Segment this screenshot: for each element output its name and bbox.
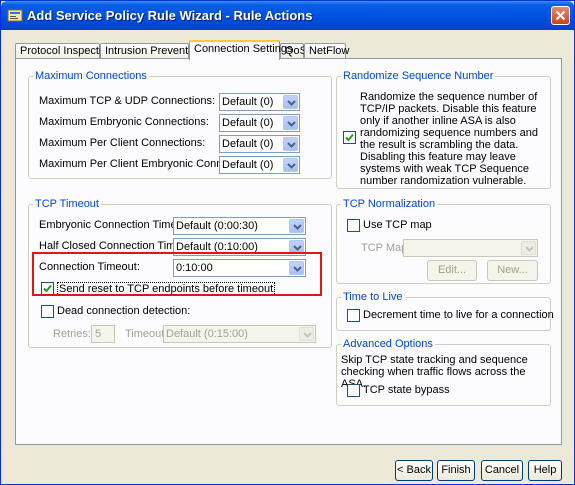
max-per-client-embryonic-combo[interactable]: Default (0) xyxy=(219,156,300,174)
randomize-description: Randomize the sequence number of TCP/IP … xyxy=(360,91,538,187)
combo-value: Default (0) xyxy=(222,138,274,150)
tcp-normalization-group: TCP Normalization Use TCP map TCP Map: E… xyxy=(336,198,551,284)
finish-button[interactable]: Finish xyxy=(437,460,475,481)
combo-arrow-button[interactable] xyxy=(283,158,298,172)
dead-connection-checkbox[interactable] xyxy=(41,305,54,318)
group-title: TCP Timeout xyxy=(33,198,101,210)
dead-connection-label[interactable]: Dead connection detection: xyxy=(57,305,190,317)
max-connections-group: Maximum Connections Maximum TCP & UDP Co… xyxy=(28,70,332,179)
new-tcp-map-button[interactable]: New... xyxy=(487,260,538,281)
tab-connection-settings[interactable]: Connection Settings xyxy=(189,40,292,60)
randomize-sequence-group: Randomize Sequence Number Randomize the … xyxy=(336,70,551,189)
retries-label: Retries: xyxy=(53,328,91,340)
decrement-ttl-checkbox[interactable] xyxy=(347,309,360,322)
combo-value: Default (0) xyxy=(222,117,274,129)
chevron-down-icon xyxy=(525,246,534,252)
tab-intrusion-prevention[interactable]: Intrusion Prevention xyxy=(100,43,203,59)
max-embryonic-label: Maximum Embryonic Connections: xyxy=(39,116,209,128)
chevron-down-icon xyxy=(303,332,312,338)
highlight-box xyxy=(32,252,322,296)
wizard-app-icon xyxy=(7,9,23,22)
chevron-down-icon xyxy=(293,245,302,251)
cancel-button[interactable]: Cancel xyxy=(481,460,523,481)
combo-value: Default (0) xyxy=(222,96,274,108)
tab-protocol-inspection[interactable]: Protocol Inspection xyxy=(15,43,114,59)
max-tcp-udp-label: Maximum TCP & UDP Connections: xyxy=(39,95,216,107)
combo-arrow-button[interactable] xyxy=(283,95,298,109)
advanced-options-group: Advanced Options Skip TCP state tracking… xyxy=(336,338,551,406)
max-tcp-udp-combo[interactable]: Default (0) xyxy=(219,93,300,111)
combo-arrow-button[interactable] xyxy=(283,137,298,151)
max-embryonic-combo[interactable]: Default (0) xyxy=(219,114,300,132)
embryonic-timeout-label: Embryonic Connection Timeout: xyxy=(39,219,195,231)
tab-label: NetFlow xyxy=(309,45,350,57)
combo-arrow-button[interactable] xyxy=(283,116,298,130)
back-button[interactable]: < Back xyxy=(395,460,433,481)
use-tcp-map-label[interactable]: Use TCP map xyxy=(363,219,432,231)
group-title: TCP Normalization xyxy=(341,198,438,210)
chevron-down-icon xyxy=(293,224,302,230)
group-title: Maximum Connections xyxy=(33,70,149,82)
max-per-client-label: Maximum Per Client Connections: xyxy=(39,137,206,149)
check-icon xyxy=(345,133,354,142)
retries-value: 5 xyxy=(95,328,102,340)
connection-settings-panel: Maximum Connections Maximum TCP & UDP Co… xyxy=(15,58,562,445)
retries-input[interactable]: 5 xyxy=(91,325,115,343)
tcp-state-bypass-checkbox[interactable] xyxy=(347,384,360,397)
max-per-client-combo[interactable]: Default (0) xyxy=(219,135,300,153)
chevron-down-icon xyxy=(287,121,296,127)
tab-label: Connection Settings xyxy=(194,43,293,55)
group-title: Randomize Sequence Number xyxy=(341,70,496,82)
chevron-down-icon xyxy=(287,100,296,106)
close-button[interactable] xyxy=(551,6,570,25)
close-icon xyxy=(555,10,566,21)
embryonic-timeout-combo[interactable]: Default (0:00:30) xyxy=(173,217,306,235)
help-button[interactable]: Help xyxy=(528,460,562,481)
title-bar[interactable]: Add Service Policy Rule Wizard - Rule Ac… xyxy=(1,1,574,30)
combo-arrow-button[interactable] xyxy=(299,327,314,341)
dead-timeout-combo[interactable]: Default (0:15:00) xyxy=(163,325,316,343)
combo-value: Default (0) xyxy=(222,159,274,171)
tcp-state-bypass-label[interactable]: TCP state bypass xyxy=(363,384,450,396)
use-tcp-map-checkbox[interactable] xyxy=(347,219,360,232)
combo-value: Default (0:00:30) xyxy=(176,220,258,232)
wizard-window: Add Service Policy Rule Wizard - Rule Ac… xyxy=(0,0,575,485)
combo-value: Default (0:15:00) xyxy=(166,328,248,340)
tcp-map-combo[interactable] xyxy=(403,239,538,257)
window-title: Add Service Policy Rule Wizard - Rule Ac… xyxy=(27,8,313,23)
randomize-sequence-checkbox[interactable] xyxy=(343,131,356,144)
tab-netflow[interactable]: NetFlow xyxy=(304,43,350,59)
combo-arrow-button[interactable] xyxy=(521,241,536,255)
group-title: Advanced Options xyxy=(341,338,435,350)
decrement-ttl-label[interactable]: Decrement time to live for a connection xyxy=(363,309,554,321)
chevron-down-icon xyxy=(287,163,296,169)
edit-tcp-map-button[interactable]: Edit... xyxy=(427,260,477,281)
time-to-live-group: Time to Live Decrement time to live for … xyxy=(336,291,554,331)
combo-arrow-button[interactable] xyxy=(289,219,304,233)
dead-timeout-label: Timeout: xyxy=(125,328,168,340)
chevron-down-icon xyxy=(287,142,296,148)
group-title: Time to Live xyxy=(341,291,405,303)
